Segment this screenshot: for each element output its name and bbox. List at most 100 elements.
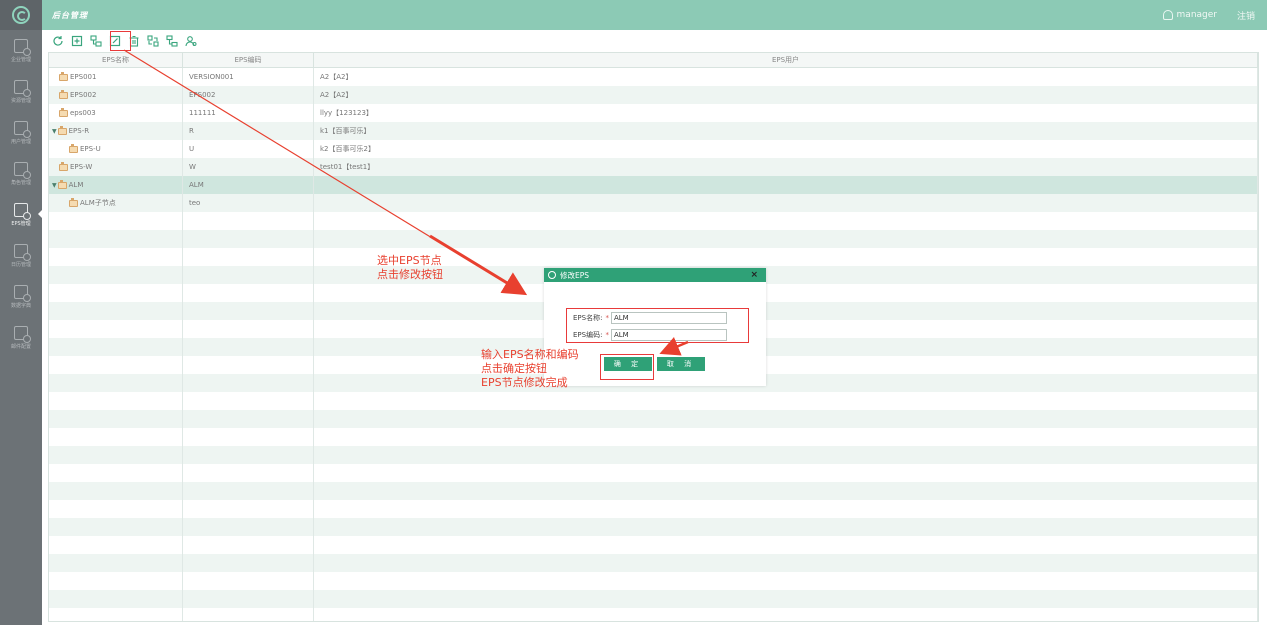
empty-row — [49, 482, 1258, 500]
expand-caret-icon[interactable]: ▼ — [52, 182, 57, 189]
expand-caret-icon[interactable]: ▼ — [52, 128, 57, 135]
cancel-button[interactable]: 取 消 — [657, 357, 705, 371]
cell-name — [49, 518, 183, 536]
eps-code-input[interactable] — [610, 329, 727, 341]
nav-module-icon — [14, 161, 31, 179]
annotation-line: 点击修改按钮 — [377, 268, 443, 281]
cell-users — [314, 230, 1258, 248]
table-row[interactable]: ▼ ALM ALM — [49, 176, 1258, 194]
cell-name — [49, 248, 183, 266]
folder-icon — [69, 143, 78, 153]
table-row[interactable]: EPS002 EPS002 A2【A2】 — [49, 86, 1258, 104]
cell-code: R — [183, 122, 314, 140]
sidebar-item[interactable]: EPS管理 — [0, 194, 42, 235]
cell-code: VERSION001 — [183, 68, 314, 86]
cell-code: teo — [183, 194, 314, 212]
cell-code — [183, 608, 314, 621]
cell-users — [314, 446, 1258, 464]
cell-users — [314, 608, 1258, 621]
cell-name — [49, 356, 183, 374]
cell-name: ALM子节点 — [49, 194, 183, 212]
sidebar-item[interactable]: 数据字典 — [0, 276, 42, 317]
folder-icon — [59, 161, 68, 171]
cell-name: ▼ EPS-R — [49, 122, 183, 140]
cell-users — [314, 554, 1258, 572]
cell-code — [183, 518, 314, 536]
sort-icon[interactable] — [164, 33, 180, 49]
close-icon[interactable]: × — [750, 270, 758, 280]
empty-row — [49, 410, 1258, 428]
add-child-icon[interactable] — [88, 33, 104, 49]
folder-icon — [59, 89, 68, 99]
cell-code: W — [183, 158, 314, 176]
cell-code: ALM — [183, 176, 314, 194]
table-row[interactable]: EPS-W Wtest01【test1】 — [49, 158, 1258, 176]
cell-code — [183, 572, 314, 590]
empty-row — [49, 536, 1258, 554]
sidebar-item[interactable]: 用户管理 — [0, 112, 42, 153]
assign-user-icon[interactable] — [183, 33, 199, 49]
grid-header: EPS名称 EPS编码 EPS用户 — [49, 53, 1258, 68]
cell-users: llyy【123123】 — [314, 104, 1258, 122]
table-row[interactable]: ▼ EPS-R Rk1【百事可乐】 — [49, 122, 1258, 140]
cell-users — [314, 590, 1258, 608]
sidebar-item[interactable]: 角色管理 — [0, 153, 42, 194]
table-row[interactable]: eps003 111111 llyy【123123】 — [49, 104, 1258, 122]
column-header-users[interactable]: EPS用户 — [314, 53, 1258, 67]
user-icon — [1162, 10, 1173, 20]
nav-module-icon — [14, 120, 31, 138]
cell-code — [183, 212, 314, 230]
delete-icon[interactable] — [126, 33, 142, 49]
eps-name: eps003 — [70, 109, 96, 117]
folder-icon — [57, 179, 67, 189]
column-header-code[interactable]: EPS编码 — [183, 53, 314, 67]
cell-name: eps003 — [49, 104, 183, 122]
table-row[interactable]: EPS001 VERSION001 A2【A2】 — [49, 68, 1258, 86]
empty-row — [49, 428, 1258, 446]
eps-name: EPS002 — [70, 91, 97, 99]
sidebar-item[interactable]: 企业管理 — [0, 30, 42, 71]
cell-code — [183, 500, 314, 518]
cell-users — [314, 374, 1258, 392]
cell-name — [49, 392, 183, 410]
cell-code — [183, 302, 314, 320]
cell-code — [183, 374, 314, 392]
nav-module-icon — [14, 202, 31, 220]
cell-name: ▼ ALM — [49, 176, 183, 194]
sidebar-item[interactable]: 日历管理 — [0, 235, 42, 276]
empty-row — [49, 518, 1258, 536]
cell-name: EPS002 — [49, 86, 183, 104]
cell-users — [314, 284, 1258, 302]
add-icon[interactable] — [69, 33, 85, 49]
cell-name — [49, 410, 183, 428]
cell-code — [183, 446, 314, 464]
folder-icon — [69, 197, 78, 207]
edit-icon[interactable] — [107, 33, 123, 49]
cell-code — [183, 482, 314, 500]
cell-name — [49, 284, 183, 302]
sidebar-item-label: 数据字典 — [10, 302, 31, 309]
sidebar-item[interactable]: 资源管理 — [0, 71, 42, 112]
table-row[interactable]: ALM子节点 teo — [49, 194, 1258, 212]
cell-users — [314, 176, 1258, 194]
cell-users — [314, 572, 1258, 590]
cell-users: k2【百事可乐2】 — [314, 140, 1258, 158]
required-mark: * — [605, 331, 609, 339]
refresh-icon[interactable] — [50, 33, 66, 49]
cell-code — [183, 320, 314, 338]
eps-name-input[interactable] — [610, 312, 727, 324]
table-row[interactable]: EPS-U Uk2【百事可乐2】 — [49, 140, 1258, 158]
name-field-row: EPS名称: * — [573, 312, 727, 324]
eps-name: ALM — [68, 181, 84, 189]
username[interactable]: manager — [1177, 10, 1217, 20]
cell-code — [183, 230, 314, 248]
column-header-name[interactable]: EPS名称 — [49, 53, 183, 67]
empty-row — [49, 392, 1258, 410]
confirm-button[interactable]: 确 定 — [604, 357, 652, 371]
move-icon[interactable] — [145, 33, 161, 49]
sidebar-item-label: 日历管理 — [10, 261, 31, 268]
eps-name: EPS-R — [68, 127, 90, 135]
sidebar-item[interactable]: 邮件配置 — [0, 317, 42, 358]
dialog-title: 修改EPS — [560, 270, 590, 280]
logout-link[interactable]: 注销 — [1237, 9, 1255, 22]
